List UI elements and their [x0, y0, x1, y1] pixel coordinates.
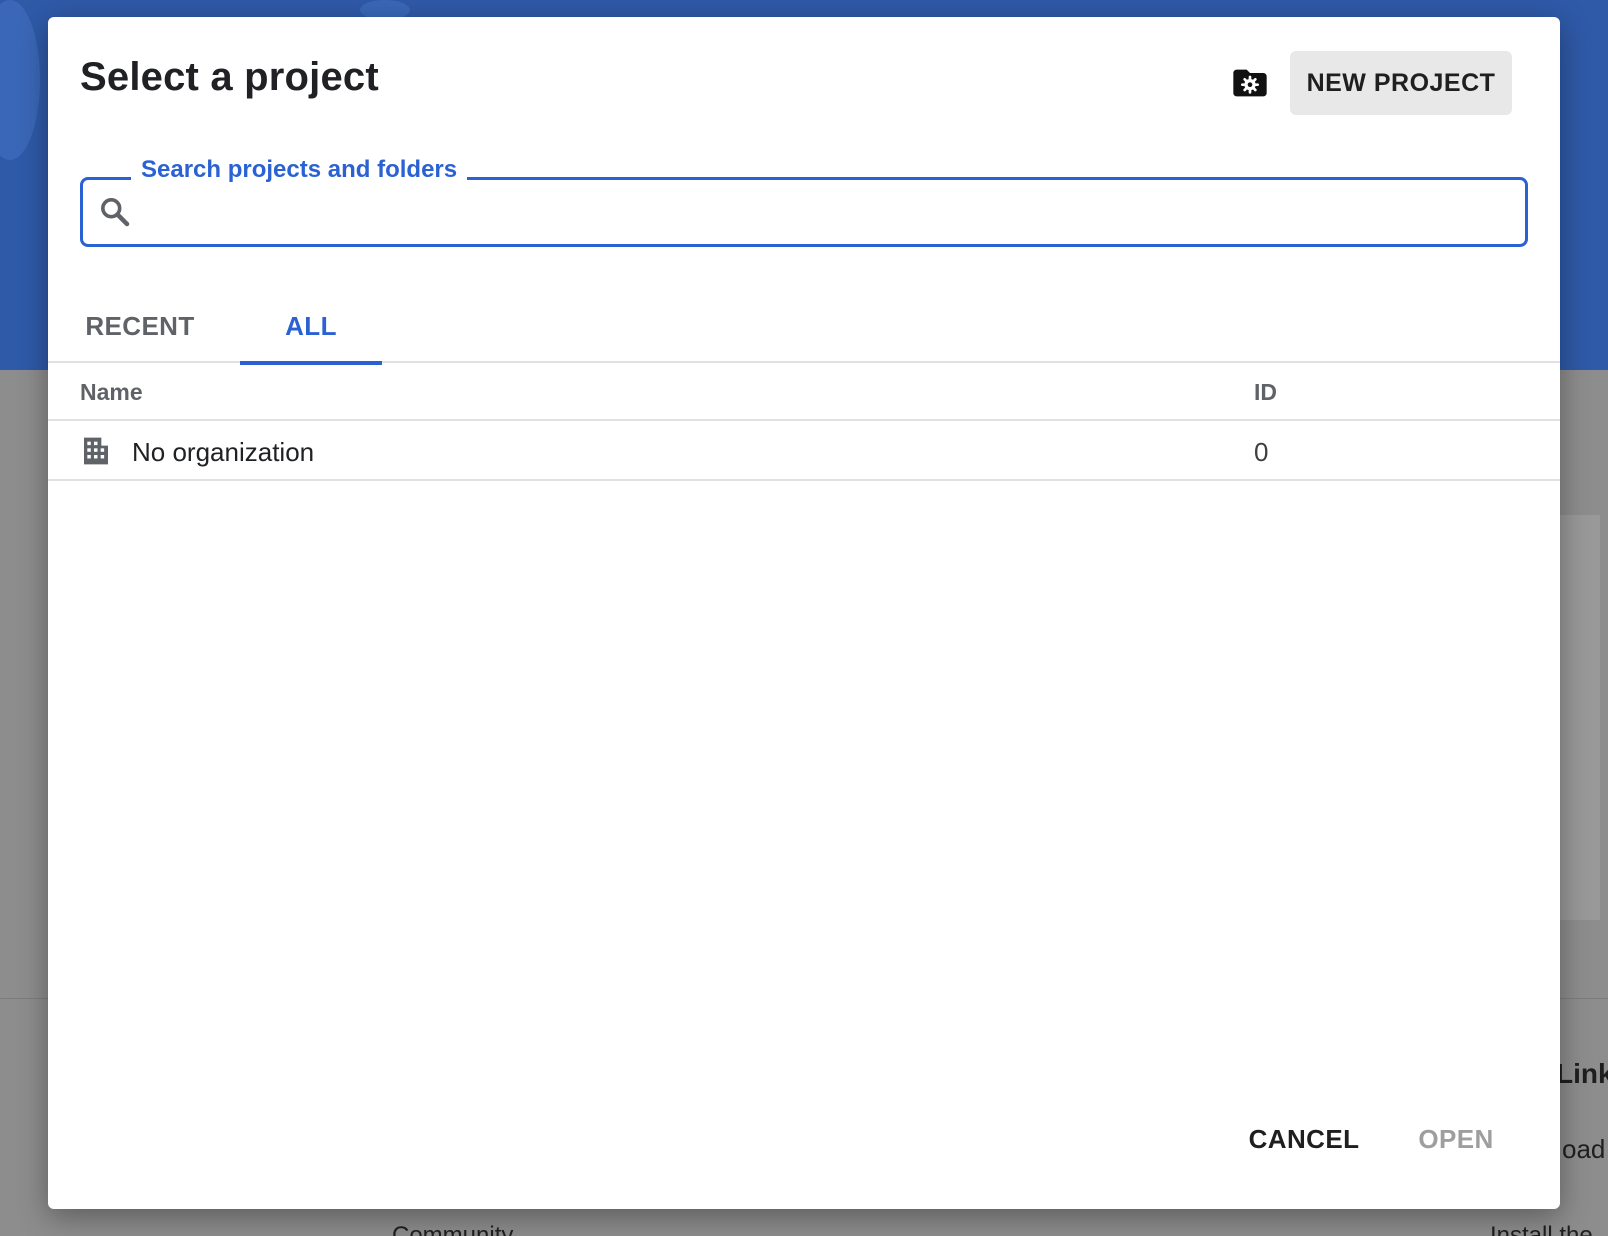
background-text: oad	[1562, 1134, 1606, 1164]
organization-icon	[84, 437, 108, 465]
background-community-link: Community	[392, 1222, 514, 1236]
table-row[interactable]: No organization 0	[48, 423, 1560, 481]
column-header-id[interactable]: ID	[1254, 379, 1277, 406]
select-project-dialog: Select a project NEW PROJECT Search proj…	[48, 17, 1560, 1209]
dialog-title: Select a project	[80, 55, 379, 99]
new-project-button[interactable]: NEW PROJECT	[1290, 51, 1512, 115]
tab-all[interactable]: ALL	[240, 289, 382, 365]
background-links-heading: Links	[1556, 1058, 1608, 1089]
search-icon	[101, 198, 130, 227]
cancel-button[interactable]: CANCEL	[1244, 1111, 1364, 1167]
table-header: Name ID	[48, 365, 1560, 421]
background-install-text: Install the	[1490, 1222, 1593, 1236]
project-tabs: RECENT ALL	[48, 289, 1560, 365]
tab-recent[interactable]: RECENT	[72, 289, 208, 363]
manage-resources-icon[interactable]	[1229, 63, 1271, 103]
search-input[interactable]	[145, 188, 1505, 236]
open-button[interactable]: OPEN	[1408, 1111, 1504, 1167]
search-field[interactable]: Search projects and folders	[80, 156, 1528, 247]
row-id: 0	[1254, 437, 1269, 467]
row-name: No organization	[132, 437, 315, 467]
search-field-label: Search projects and folders	[131, 156, 468, 184]
background-illustration	[0, 0, 40, 160]
column-header-name[interactable]: Name	[80, 379, 143, 406]
